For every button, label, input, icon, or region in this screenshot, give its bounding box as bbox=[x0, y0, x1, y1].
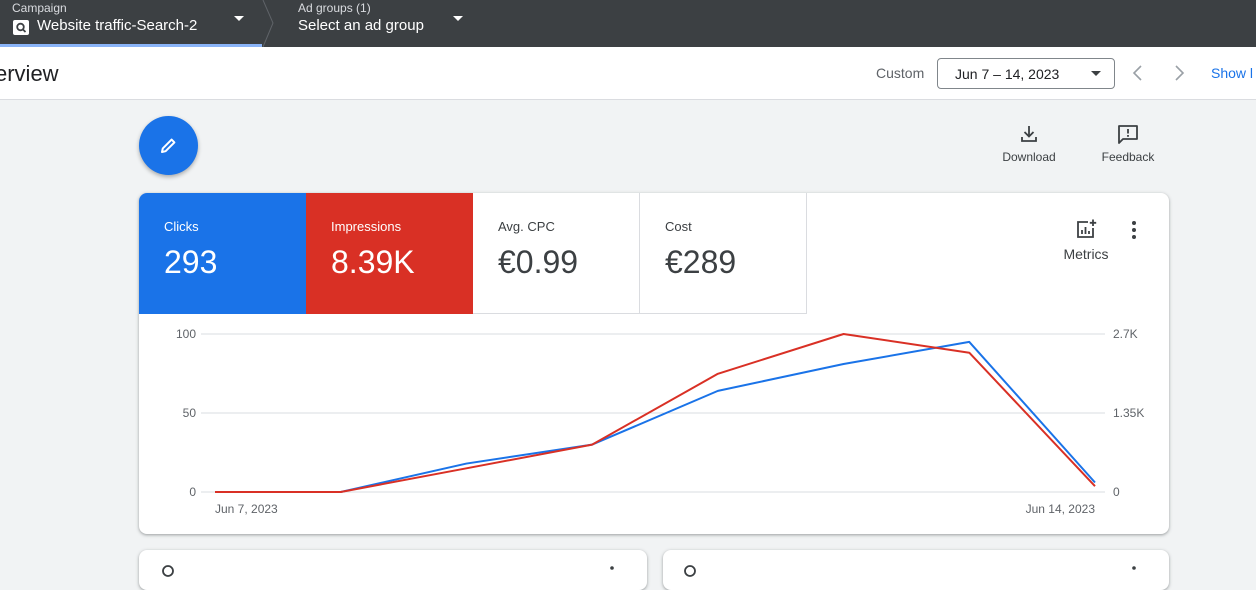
next-period-icon[interactable] bbox=[1167, 61, 1191, 85]
date-range-value: Jun 7 – 14, 2023 bbox=[955, 66, 1060, 82]
x-tick-label: Jun 14, 2023 bbox=[1026, 502, 1096, 516]
metric-cost[interactable]: Cost €289 bbox=[640, 193, 807, 314]
breadcrumb-separator-icon bbox=[262, 0, 274, 47]
feedback-label: Feedback bbox=[1101, 150, 1155, 164]
y-right-tick-label: 1.35K bbox=[1113, 406, 1144, 420]
download-label: Download bbox=[1002, 150, 1056, 164]
metrics-button[interactable]: Metrics bbox=[1056, 219, 1116, 262]
y-left-tick-label: 0 bbox=[189, 485, 196, 499]
metric-impressions[interactable]: Impressions 8.39K bbox=[306, 193, 473, 314]
chevron-down-icon bbox=[453, 16, 463, 21]
summary-card bbox=[139, 550, 647, 590]
edit-button[interactable] bbox=[139, 116, 198, 175]
top-bar: Campaign Website traffic-Search-2 Ad gro… bbox=[0, 0, 1256, 47]
y-right-tick-label: 0 bbox=[1113, 485, 1120, 499]
y-right-tick-label: 2.7K bbox=[1113, 327, 1138, 341]
performance-chart: 0 50 100 0 1.35K 2.7K Jun 7, 2023 Jun 14, 2023 bbox=[176, 327, 1144, 516]
chevron-down-icon bbox=[234, 16, 244, 21]
x-tick-label: Jun 7, 2023 bbox=[215, 502, 278, 516]
adgroup-label: Ad groups (1) bbox=[298, 1, 371, 15]
show-link[interactable]: Show l bbox=[1211, 65, 1253, 81]
campaign-label: Campaign bbox=[12, 1, 67, 15]
metric-label: Clicks bbox=[164, 219, 199, 234]
feedback-button[interactable]: Feedback bbox=[1098, 124, 1158, 164]
metric-value: 8.39K bbox=[331, 244, 415, 280]
series-line-clicks bbox=[215, 340, 1096, 493]
adgroup-value: Select an ad group bbox=[298, 17, 424, 34]
card-icon bbox=[684, 565, 696, 577]
summary-card bbox=[663, 550, 1169, 590]
pencil-icon bbox=[161, 138, 176, 153]
caret-down-icon bbox=[1091, 71, 1101, 76]
metric-value: €289 bbox=[665, 244, 737, 280]
y-left-tick-label: 100 bbox=[176, 327, 196, 341]
search-campaign-icon bbox=[13, 20, 29, 35]
add-chart-icon bbox=[1077, 219, 1097, 238]
metric-value: 293 bbox=[164, 244, 218, 280]
metric-value: €0.99 bbox=[498, 244, 579, 280]
metric-label: Avg. CPC bbox=[498, 219, 555, 234]
more-vert-icon[interactable] bbox=[607, 564, 617, 576]
metric-clicks[interactable]: Clicks 293 bbox=[139, 193, 306, 314]
previous-period-icon[interactable] bbox=[1126, 61, 1150, 85]
date-range-label: Custom bbox=[876, 65, 925, 81]
campaign-name: Website traffic-Search-2 bbox=[37, 17, 198, 34]
page-header: erview Custom Jun 7 – 14, 2023 Show l bbox=[0, 47, 1256, 100]
date-range-picker[interactable]: Jun 7 – 14, 2023 bbox=[937, 58, 1115, 89]
feedback-icon bbox=[1118, 125, 1138, 144]
metrics-label: Metrics bbox=[1063, 246, 1109, 262]
performance-card: Clicks 293 Impressions 8.39K Avg. CPC €0… bbox=[139, 193, 1169, 534]
download-icon bbox=[1021, 126, 1037, 142]
more-vert-icon[interactable] bbox=[1129, 564, 1139, 576]
download-button[interactable]: Download bbox=[998, 124, 1060, 164]
page-title: erview bbox=[0, 61, 59, 86]
campaign-selector[interactable]: Campaign Website traffic-Search-2 bbox=[0, 0, 262, 47]
y-left-tick-label: 50 bbox=[183, 406, 197, 420]
card-icon bbox=[162, 565, 174, 577]
metric-avg-cpc[interactable]: Avg. CPC €0.99 bbox=[473, 193, 640, 314]
metric-label: Cost bbox=[665, 219, 692, 234]
adgroup-selector[interactable]: Ad groups (1) Select an ad group bbox=[285, 0, 485, 47]
more-vert-icon[interactable] bbox=[1126, 219, 1142, 241]
metric-label: Impressions bbox=[331, 219, 402, 234]
